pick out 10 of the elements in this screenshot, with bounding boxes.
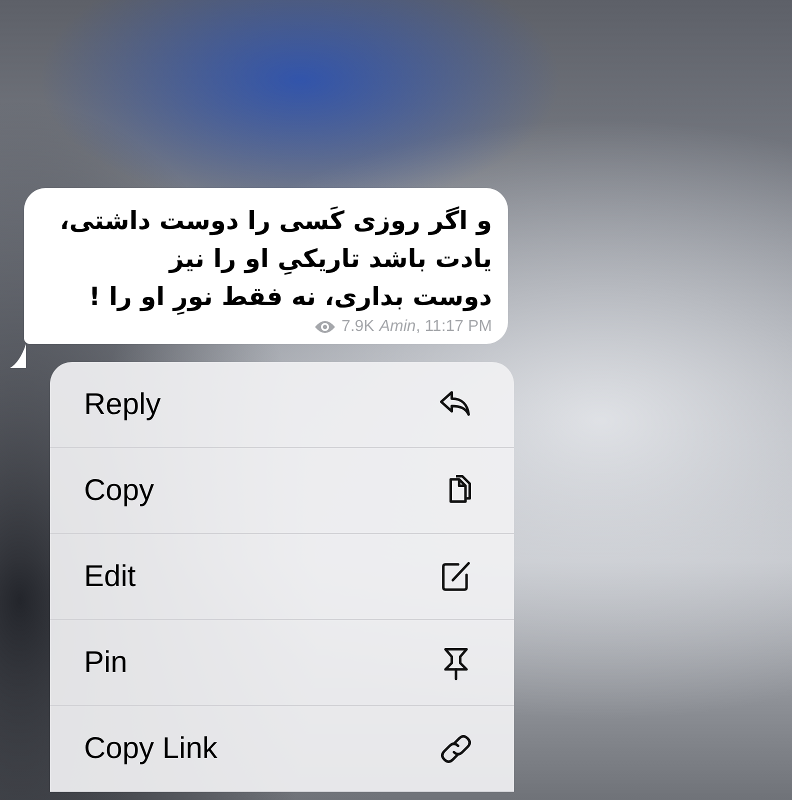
message-signature: Amin, 11:17 PM xyxy=(379,318,492,336)
message-text: و اگر روزی کَسی را دوست داشتی، یادت باشد تاریکیِ او را نیز دوست بداری، نه فقط نورِ او را ! xyxy=(44,202,492,316)
bubble-tail xyxy=(10,344,26,368)
eye-icon xyxy=(314,319,336,335)
menu-item[interactable]: Copy Link xyxy=(50,706,514,792)
menu-item[interactable]: Pin xyxy=(50,620,514,706)
menu-item[interactable]: Edit xyxy=(50,534,514,620)
menu-item[interactable]: Reply xyxy=(50,362,514,448)
view-count: 7.9K xyxy=(341,318,374,336)
menu-item[interactable]: Copy xyxy=(50,448,514,534)
